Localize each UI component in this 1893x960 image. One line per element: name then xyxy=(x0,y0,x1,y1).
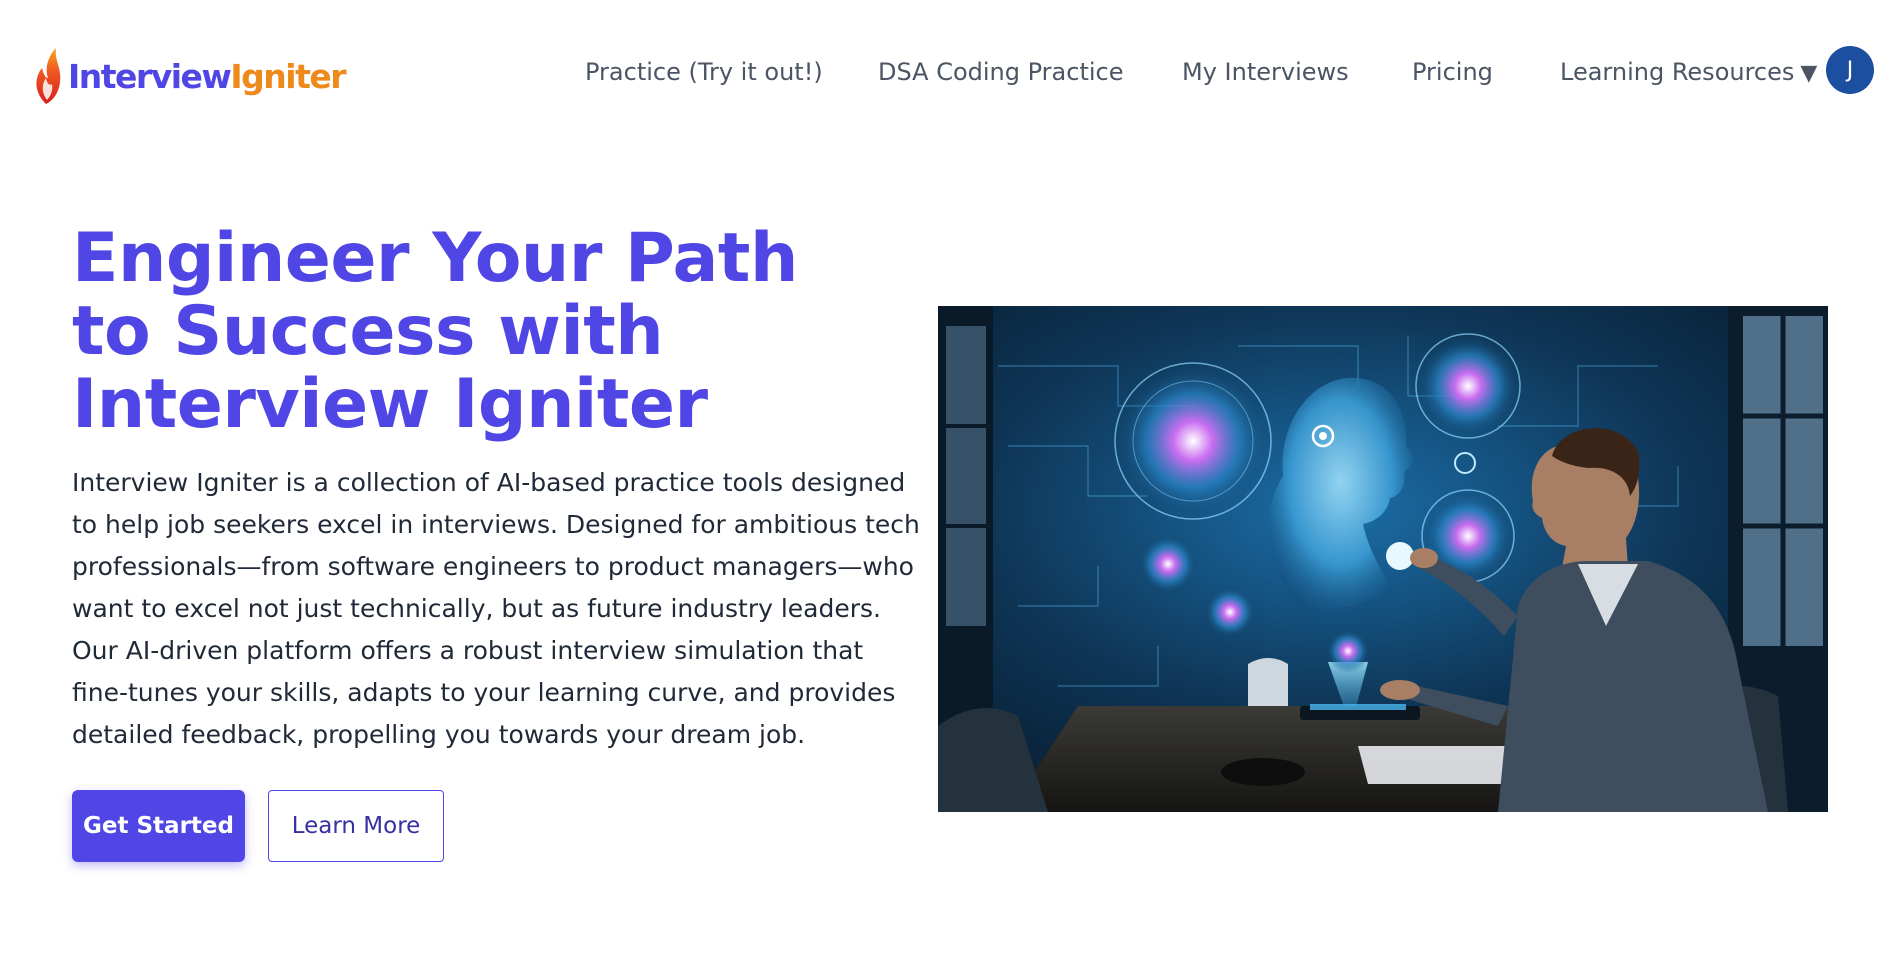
nav-my-interviews[interactable]: My Interviews xyxy=(1182,58,1349,86)
logo[interactable]: InterviewIgniter xyxy=(32,46,347,106)
logo-text: InterviewIgniter xyxy=(68,56,347,96)
get-started-button[interactable]: Get Started xyxy=(72,790,245,862)
nav-practice[interactable]: Practice (Try it out!) xyxy=(585,58,823,86)
hero-illustration-graphic xyxy=(938,306,1828,812)
hero-illustration xyxy=(938,306,1828,812)
nav-learning-resources[interactable]: Learning Resources ▼ xyxy=(1560,58,1817,86)
avatar[interactable]: J xyxy=(1826,46,1874,94)
nav-pricing[interactable]: Pricing xyxy=(1412,58,1493,86)
site-header: InterviewIgniter Practice (Try it out!) … xyxy=(0,0,1893,150)
hero-description: Interview Igniter is a collection of AI-… xyxy=(72,468,920,749)
nav-learning-resources-label: Learning Resources xyxy=(1560,58,1795,86)
logo-text-igniter: Igniter xyxy=(230,56,346,96)
flame-icon xyxy=(36,48,61,104)
hero-title: Engineer Your Path to Success with Inter… xyxy=(72,219,798,444)
learn-more-button[interactable]: Learn More xyxy=(268,790,444,862)
nav-dsa-coding-practice[interactable]: DSA Coding Practice xyxy=(878,58,1123,86)
caret-down-icon: ▼ xyxy=(1800,61,1818,86)
logo-text-interview: Interview xyxy=(68,56,232,96)
